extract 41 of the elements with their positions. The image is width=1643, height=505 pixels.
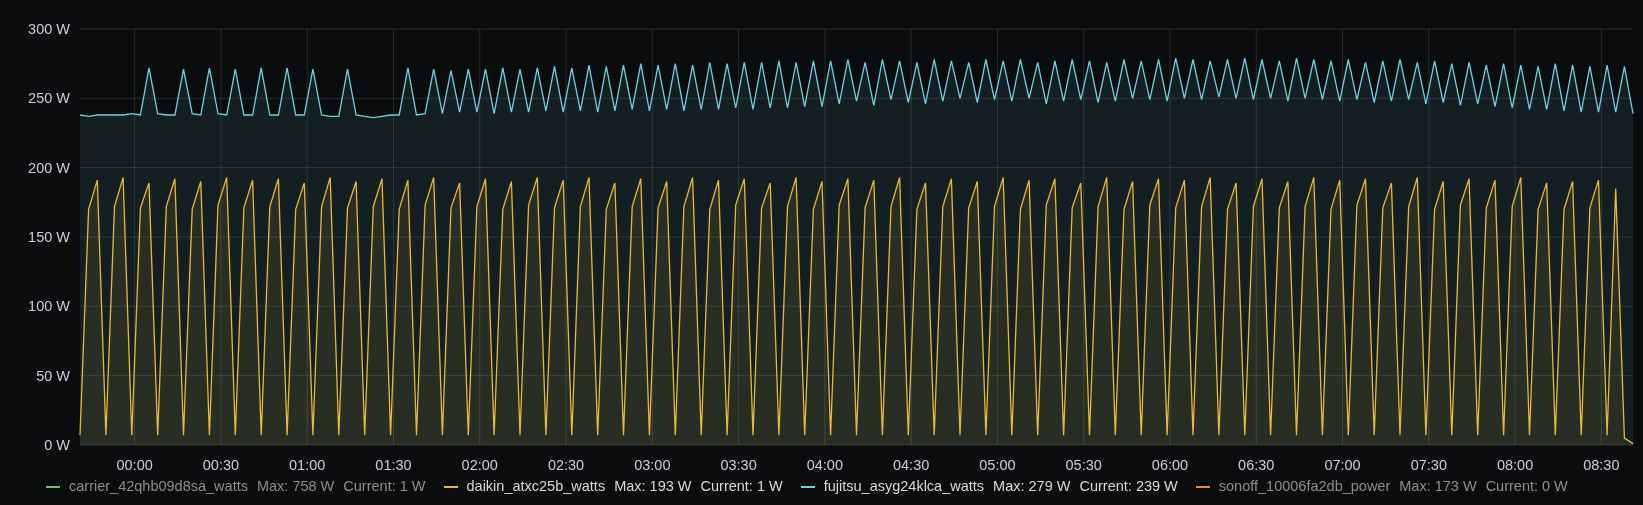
legend-item[interactable]: daikin_atxc25b_watts Max: 193 W Current: 1 W (443, 476, 783, 498)
y-axis-label: 100 W (28, 298, 70, 315)
y-axis-label: 0 W (44, 437, 70, 453)
x-axis-label: 01:30 (375, 457, 412, 473)
series-name: fujitsu_asyg24klca_watts (823, 477, 985, 496)
y-axis-label: 200 W (28, 159, 70, 176)
x-axis-label: 08:30 (1583, 457, 1620, 473)
x-axis-label: 00:30 (202, 457, 240, 473)
x-axis-label: 03:30 (720, 457, 757, 473)
x-axis-label: 07:00 (1324, 457, 1361, 473)
series-name: daikin_atxc25b_watts (466, 477, 606, 496)
legend-item[interactable]: sonoff_10006fa2db_power Max: 173 W Current: 0 W (1195, 476, 1568, 498)
y-axis-label: 50 W (36, 367, 70, 384)
max-value: Max: 193 W (614, 477, 692, 496)
current-value: Current: 239 W (1079, 477, 1178, 496)
max-value: Max: 279 W (993, 477, 1071, 496)
legend-item[interactable]: carrier_42qhb09d8sa_watts Max: 758 W Current: 1 W (46, 476, 426, 498)
x-axis-label: 02:00 (461, 457, 498, 473)
legend-item[interactable]: fujitsu_asyg24klca_watts Max: 279 W Current: 239 W (800, 476, 1178, 498)
x-axis-label: 05:00 (979, 457, 1016, 473)
x-axis-label: 06:00 (1151, 457, 1189, 473)
series-name: sonoff_10006fa2db_power (1218, 477, 1391, 496)
x-axis-label: 03:00 (634, 457, 671, 473)
current-value: Current: 1 W (700, 477, 783, 496)
x-axis-label: 04:00 (806, 457, 843, 473)
y-axis-label: 300 W (28, 21, 70, 37)
x-axis-label: 06:30 (1238, 457, 1275, 473)
series-name: carrier_42qhb09d8sa_watts (69, 477, 248, 496)
x-axis-label: 07:30 (1410, 457, 1447, 473)
current-value: Current: 0 W (1485, 477, 1568, 496)
x-axis-label: 05:30 (1065, 457, 1102, 473)
y-axis-label: 150 W (28, 229, 70, 245)
x-axis-label: 02:30 (547, 457, 585, 473)
x-axis-label: 00:00 (116, 457, 153, 473)
x-axis-label: 01:00 (289, 457, 326, 473)
x-axis-label: 04:30 (893, 457, 930, 473)
y-axis-label: 250 W (28, 90, 70, 107)
max-value: Max: 758 W (256, 477, 335, 496)
x-axis-label: 08:00 (1496, 457, 1534, 473)
max-value: Max: 173 W (1399, 477, 1477, 496)
current-value: Current: 1 W (343, 477, 426, 496)
